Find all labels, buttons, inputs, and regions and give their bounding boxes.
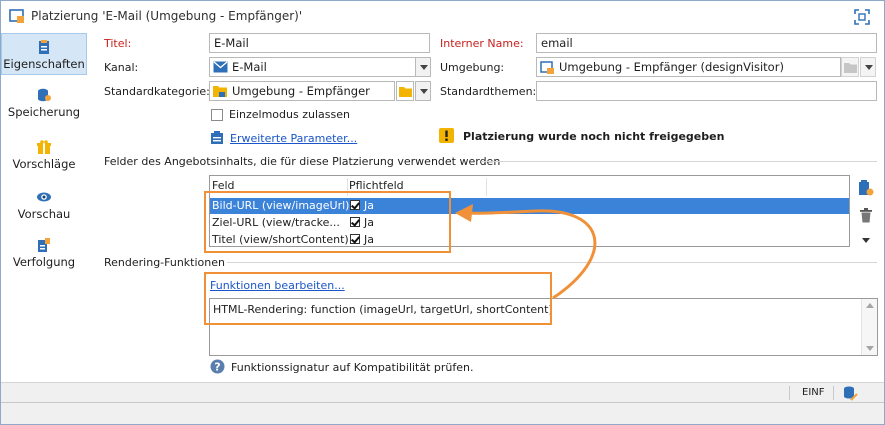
placement-icon [9,9,24,23]
input-mode-indicator: EINF [802,387,825,398]
standardkategorie-select[interactable]: Umgebung - Empfänger [209,81,395,101]
status-bar: EINF [1,382,884,402]
title-bar: Platzierung 'E-Mail (Umgebung - Empfänge… [1,1,884,32]
einzelmodus-label: Einzelmodus zulassen [229,108,350,121]
check-signature-text: Funktionssignatur auf Kompatibilität prü… [231,361,474,374]
kanal-label: Kanal: [104,61,139,74]
einzelmodus-checkbox[interactable] [211,109,223,121]
sidebar-item-verfolgung[interactable]: Verfolgung [1,232,87,274]
fields-section-divider [481,161,877,162]
chevron-down-icon[interactable] [862,238,870,244]
titel-input[interactable]: E-Mail [209,33,430,53]
properties-icon [39,40,49,54]
storage-icon [38,88,51,102]
window-title: Platzierung 'E-Mail (Umgebung - Empfänge… [31,9,303,23]
umgebung-select[interactable]: Umgebung - Empfänger (designVisitor) [536,57,841,77]
warning-icon [439,128,454,143]
email-icon [213,61,228,73]
titel-label: Titel: [104,37,132,50]
environment-icon [540,61,554,74]
folder-icon [844,63,857,73]
umgebung-dropdown-button[interactable] [860,57,876,77]
vertical-scrollbar[interactable] [861,299,877,355]
bottom-strip [1,402,884,424]
highlight-fields-box [204,191,451,253]
sidebar: Eigenschaften Speicherung Vorschläge Vor… [1,32,87,382]
umgebung-value: Umgebung - Empfänger (designVisitor) [559,60,784,74]
sidebar-item-label: Verfolgung [12,255,76,269]
sidebar-item-label: Eigenschaften [3,57,85,71]
svg-text:?: ? [214,361,220,374]
sidebar-item-vorschlaege[interactable]: Vorschläge [1,134,87,176]
tracking-icon [38,238,50,252]
scroll-down-icon[interactable] [866,346,874,351]
sidebar-item-label: Vorschau [17,207,71,221]
eye-icon [37,192,51,202]
dialog-window: Platzierung 'E-Mail (Umgebung - Empfänge… [0,0,885,425]
standardthemen-label: Standardthemen: [440,85,537,98]
annotation-arrow-icon [455,204,597,300]
interner-name-label: Interner Name: [440,37,524,50]
trash-icon[interactable] [859,208,873,223]
kanal-dropdown-button[interactable] [415,57,431,77]
sidebar-item-vorschau[interactable]: Vorschau [1,184,87,226]
add-field-icon[interactable] [858,179,874,197]
gift-icon [37,140,51,154]
kanal-value: E-Mail [232,60,267,74]
folder-icon [399,87,412,97]
standardthemen-input[interactable] [536,81,877,101]
sidebar-item-eigenschaften[interactable]: Eigenschaften [1,33,87,75]
sidebar-item-label: Speicherung [7,105,81,119]
umgebung-folder-button[interactable] [841,57,859,77]
scroll-up-icon[interactable] [866,303,874,308]
sidebar-item-speicherung[interactable]: Speicherung [1,82,87,124]
sidebar-item-label: Vorschläge [12,157,76,171]
erweiterte-parameter-link[interactable]: Erweiterte Parameter... [230,132,357,145]
database-status-icon[interactable] [842,385,858,401]
help-icon[interactable]: ? [210,359,225,374]
interner-name-input[interactable]: email [536,33,877,53]
standardkategorie-dropdown-button[interactable] [415,81,431,101]
fields-section-title: Felder des Angebotsinhalts, die für dies… [104,155,501,168]
maximize-icon[interactable] [854,9,870,25]
warning-text: Platzierung wurde noch nicht freigegeben [463,130,725,143]
standardkategorie-label: Standardkategorie: [104,85,210,98]
parameters-icon [211,131,223,144]
standardkategorie-folder-button[interactable] [396,81,414,101]
category-folder-icon [213,86,227,97]
rendering-section-title: Rendering-Funktionen [104,256,225,269]
umgebung-label: Umgebung: [440,61,505,74]
kanal-select[interactable]: E-Mail [209,57,416,77]
standardkategorie-value: Umgebung - Empfänger [232,84,370,98]
